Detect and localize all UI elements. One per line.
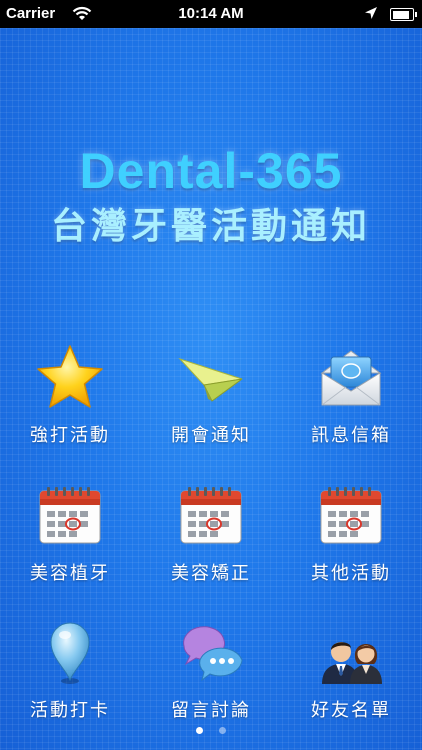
menu-tile-friends[interactable]: 好友名單 [281, 618, 421, 730]
star-icon [35, 343, 105, 413]
menu-label: 訊息信箱 [311, 425, 391, 446]
home-screen: Carrier 10:14 AM Dental-365 台灣牙醫活動通知 強打活… [0, 0, 422, 750]
mail-icon [316, 343, 386, 413]
menu-label: 美容植牙 [30, 563, 110, 584]
app-subtitle: 台灣牙醫活動通知 [50, 206, 371, 247]
menu-tile-implants[interactable]: 美容植牙 [0, 481, 140, 593]
calendar-icon [35, 481, 105, 551]
menu-label: 其他活動 [311, 563, 391, 584]
battery-icon [390, 8, 417, 21]
menu-label: 強打活動 [30, 425, 110, 446]
menu-tile-promotions[interactable]: 強打活動 [0, 343, 140, 455]
page-dot[interactable] [218, 727, 226, 734]
calendar-icon [316, 481, 386, 551]
calendar-icon [176, 481, 246, 551]
map-pin-icon [35, 618, 105, 688]
clock: 10:14 AM [178, 5, 244, 22]
paper-plane-icon [176, 343, 246, 413]
chat-bubbles-icon [176, 618, 246, 688]
menu-tile-discussion[interactable]: 留言討論 [141, 618, 281, 730]
menu-tile-other-events[interactable]: 其他活動 [281, 481, 421, 593]
page-dot-current[interactable] [196, 727, 204, 734]
menu-tile-orthodontics[interactable]: 美容矯正 [141, 481, 281, 593]
page-indicator[interactable] [0, 719, 422, 738]
menu-label: 美容矯正 [171, 563, 251, 584]
menu-tile-meeting-notice[interactable]: 開會通知 [141, 343, 281, 455]
menu-tile-check-in[interactable]: 活動打卡 [0, 618, 140, 730]
status-bar: Carrier 10:14 AM [0, 0, 422, 28]
location-arrow-icon [364, 6, 378, 24]
menu-tile-mailbox[interactable]: 訊息信箱 [281, 343, 421, 455]
app-title: Dental-365 [79, 143, 343, 199]
menu-label: 開會通知 [171, 425, 251, 446]
friends-icon [316, 618, 386, 688]
